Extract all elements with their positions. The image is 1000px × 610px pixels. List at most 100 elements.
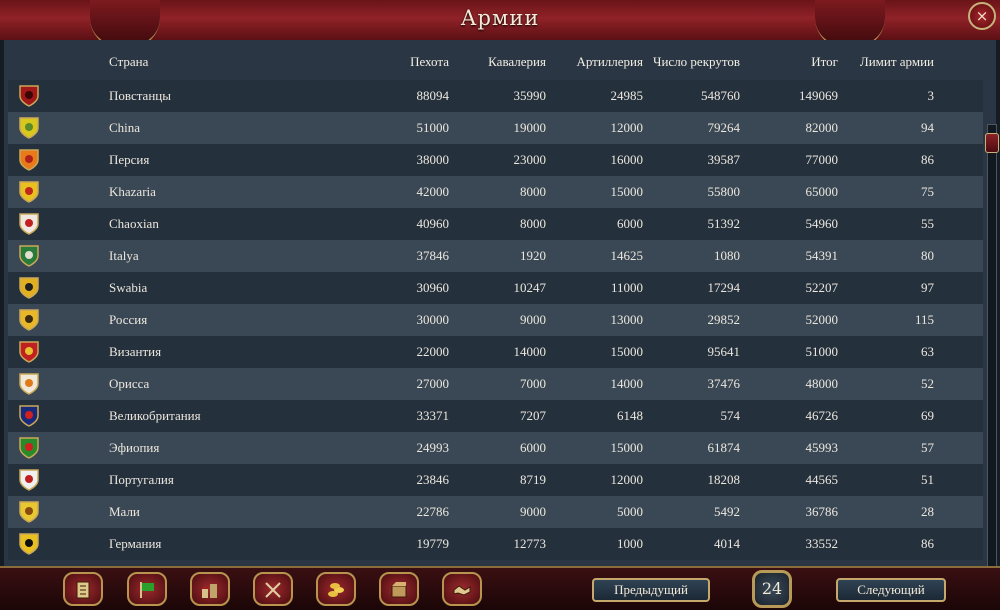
country-flag-icon	[19, 373, 39, 395]
military-button[interactable]	[253, 572, 293, 606]
country-flag-icon	[19, 85, 39, 107]
infantry-value: 30000	[416, 312, 450, 327]
total-value: 52000	[805, 312, 839, 327]
country-name: Германия	[109, 536, 162, 551]
artillery-value: 11000	[610, 280, 643, 295]
country-name: Орисса	[109, 376, 150, 391]
artillery-value: 24985	[610, 88, 644, 103]
table-row[interactable]: Россия 30000 9000 13000 29852 52000 115	[8, 304, 983, 336]
total-value: 54391	[805, 248, 839, 263]
country-name: Chaoxian	[109, 216, 159, 231]
country-name: Великобритания	[109, 408, 201, 423]
table-row[interactable]: Персия 38000 23000 16000 39587 77000 86	[8, 144, 983, 176]
total-value: 149069	[799, 88, 838, 103]
infantry-value: 19779	[416, 536, 450, 551]
country-flag-icon	[19, 437, 39, 459]
window-title: Армии	[460, 6, 540, 30]
army-limit-value: 28	[921, 504, 934, 519]
table-row[interactable]: Swabia 30960 10247 11000 17294 52207 97	[8, 272, 983, 304]
country-flag-icon	[19, 149, 39, 171]
army-limit-value: 55	[921, 216, 934, 231]
artillery-value: 14625	[610, 248, 644, 263]
infantry-value: 30960	[416, 280, 450, 295]
column-header-army-limit[interactable]: Лимит армии	[858, 54, 934, 70]
recruits-value: 95641	[707, 344, 741, 359]
country-flag-icon	[19, 341, 39, 363]
close-button[interactable]: ×	[968, 2, 996, 30]
total-value: 65000	[805, 184, 839, 199]
army-limit-value: 94	[921, 120, 934, 135]
army-limit-value: 57	[921, 440, 934, 455]
diplomacy-button[interactable]	[442, 572, 482, 606]
column-header-country[interactable]: Страна	[109, 54, 148, 70]
column-header-artillery[interactable]: Артиллерия	[568, 54, 643, 70]
table-row[interactable]: Chaoxian 40960 8000 6000 51392 54960 55	[8, 208, 983, 240]
country-name: Византия	[109, 344, 162, 359]
table-row[interactable]: Великобритания 33371 7207 6148 574 46726 69	[8, 400, 983, 432]
artillery-value: 12000	[610, 472, 644, 487]
ledger-icon	[76, 581, 90, 599]
next-page-button[interactable]: Следующий	[836, 578, 946, 602]
buildings-button[interactable]	[190, 572, 230, 606]
column-header-cavalry[interactable]: Кавалерия	[478, 54, 546, 70]
army-limit-value: 63	[921, 344, 934, 359]
table-row[interactable]: Византия 22000 14000 15000 95641 51000 63	[8, 336, 983, 368]
table-row[interactable]: Повстанцы 88094 35990 24985 548760 149069 3	[8, 80, 983, 112]
table-row[interactable]: Орисса 27000 7000 14000 37476 48000 52	[8, 368, 983, 400]
total-value: 45993	[805, 440, 839, 455]
recruits-value: 79264	[707, 120, 741, 135]
ledger-button[interactable]	[63, 572, 103, 606]
infantry-value: 88094	[416, 88, 450, 103]
table-row[interactable]: Khazaria 42000 8000 15000 55800 65000 75	[8, 176, 983, 208]
artillery-value: 16000	[610, 152, 644, 167]
flag-icon	[140, 582, 154, 598]
cavalry-value: 19000	[513, 120, 547, 135]
army-limit-value: 51	[921, 472, 934, 487]
country-flag-icon	[19, 117, 39, 139]
total-value: 44565	[805, 472, 839, 487]
cavalry-value: 7000	[520, 376, 546, 391]
table-row[interactable]: China 51000 19000 12000 79264 82000 94	[8, 112, 983, 144]
artillery-value: 5000	[617, 504, 643, 519]
infantry-value: 42000	[416, 184, 450, 199]
artillery-value: 6148	[617, 408, 643, 423]
infantry-value: 24993	[416, 440, 450, 455]
table-row[interactable]: Эфиопия 24993 6000 15000 61874 45993 57	[8, 432, 983, 464]
table-header: Страна Пехота Кавалерия Артиллерия Число…	[8, 48, 998, 82]
total-value: 46726	[805, 408, 839, 423]
country-flag-icon	[19, 405, 39, 427]
previous-page-button[interactable]: Предыдущий	[592, 578, 710, 602]
column-header-infantry[interactable]: Пехота	[378, 54, 449, 70]
infantry-value: 22786	[416, 504, 450, 519]
army-limit-value: 97	[921, 280, 934, 295]
scrollbar[interactable]	[985, 124, 999, 596]
column-header-total[interactable]: Итог	[758, 54, 838, 70]
army-limit-value: 86	[921, 152, 934, 167]
box-icon	[391, 582, 407, 598]
economy-button[interactable]	[316, 572, 356, 606]
table-row[interactable]: Португалия 23846 8719 12000 18208 44565 51	[8, 464, 983, 496]
infantry-value: 27000	[416, 376, 450, 391]
infantry-value: 33371	[416, 408, 450, 423]
recruits-value: 17294	[707, 280, 741, 295]
total-value: 54960	[805, 216, 839, 231]
cavalry-value: 1920	[520, 248, 546, 263]
recruits-value: 51392	[707, 216, 741, 231]
cavalry-value: 6000	[520, 440, 546, 455]
artillery-value: 15000	[610, 184, 644, 199]
country-name: Португалия	[109, 472, 174, 487]
table-row[interactable]: Мали 22786 9000 5000 5492 36786 28	[8, 496, 983, 528]
scrollbar-thumb[interactable]	[985, 133, 999, 153]
table-row[interactable]: Германия 19779 12773 1000 4014 33552 86	[8, 528, 983, 560]
infantry-value: 40960	[416, 216, 450, 231]
infantry-value: 38000	[416, 152, 450, 167]
country-flag-icon	[19, 277, 39, 299]
recruits-value: 548760	[701, 88, 740, 103]
column-header-recruits[interactable]: Число рекрутов	[653, 54, 740, 70]
table-row[interactable]: Italya 37846 1920 14625 1080 54391 80	[8, 240, 983, 272]
flag-button[interactable]	[127, 572, 167, 606]
artillery-value: 12000	[610, 120, 644, 135]
infantry-value: 37846	[416, 248, 450, 263]
artillery-value: 13000	[610, 312, 644, 327]
trade-button[interactable]	[379, 572, 419, 606]
